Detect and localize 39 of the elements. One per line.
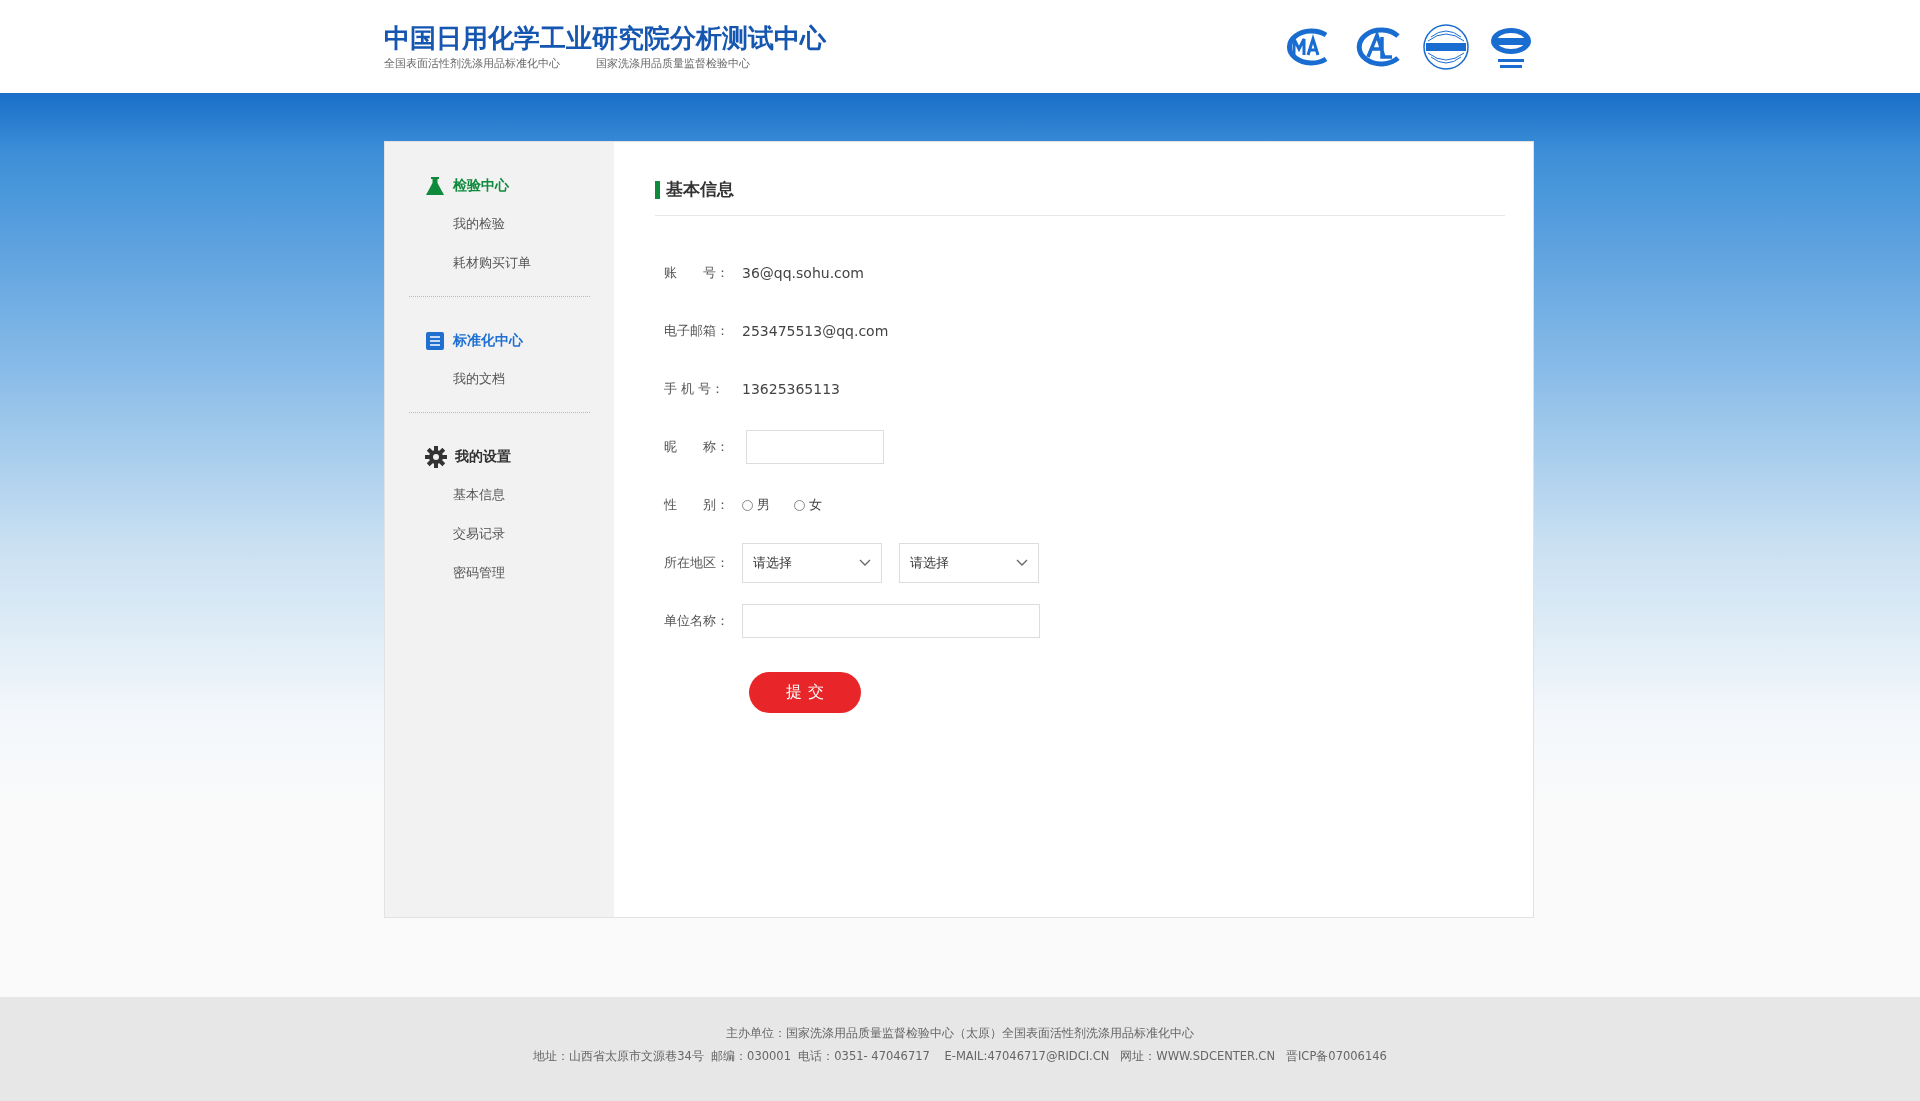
sidebar-link[interactable]: 交易记录 (409, 514, 505, 553)
field-value: 36@qq.sohu.com (742, 265, 864, 281)
field-value: 253475513@qq.com (742, 323, 889, 339)
field-label: 昵 称： (664, 438, 730, 456)
field-value: 13625365113 (742, 381, 840, 397)
input-field[interactable] (746, 430, 884, 464)
sidebar-section-title[interactable]: 检验中心 (453, 177, 509, 195)
dropdown[interactable]: 请选择 (742, 543, 882, 583)
field-label: 电子邮箱： (664, 322, 730, 340)
field-label: 单位名称： (664, 612, 730, 630)
chevron-down-icon (1016, 559, 1028, 567)
radio-label: 男 (757, 496, 770, 514)
footer-text: 主办单位：国家洗涤用品质量监督检验中心（太原）全国表面活性剂洗涤用品标准化中心 (726, 1026, 1194, 1041)
field-label: 所在地区： (664, 554, 730, 572)
site-subtitle: 全国表面活性剂洗涤用品标准化中心 (384, 56, 560, 71)
title-accent-bar (655, 180, 660, 199)
list-document-icon (425, 331, 445, 351)
ilac-mra-logo-icon (1422, 22, 1470, 71)
field-label: 手 机 号： (664, 380, 726, 398)
flask-icon (425, 176, 445, 196)
site-title: 中国日用化学工业研究院分析测试中心 (384, 22, 826, 54)
settings-icon (425, 446, 447, 468)
submit-button[interactable]: 提 交 (749, 672, 861, 713)
chevron-down-icon (859, 559, 871, 567)
sidebar-link[interactable]: 我的文档 (409, 359, 505, 398)
input-field[interactable] (742, 604, 1040, 638)
radio-label: 女 (809, 496, 822, 514)
footer-text: 地址：山西省太原市文源巷34号 邮编：030001 电话：0351- 47046717 E-MAIL:47046717@RIDCI.CN 网址：WWW.SDCENTER.CN 晋ICP备07006146 (533, 1049, 1387, 1064)
sidebar-section-title[interactable]: 我的设置 (455, 448, 511, 466)
site-subtitle: 国家洗涤用品质量监督检验中心 (596, 56, 750, 71)
dropdown[interactable]: 请选择 (899, 543, 1039, 583)
sidebar-link[interactable]: 我的检验 (409, 204, 505, 243)
sidebar-link[interactable]: 基本信息 (409, 475, 505, 514)
section-title: 基本信息 (666, 178, 734, 201)
sidebar-link[interactable]: 耗材购买订单 (409, 243, 531, 282)
sidebar-link[interactable]: 密码管理 (409, 553, 505, 592)
sidebar-section-title[interactable]: 标准化中心 (453, 332, 523, 350)
field-label: 账 号： (664, 264, 730, 282)
field-label: 性 别： (664, 496, 730, 514)
